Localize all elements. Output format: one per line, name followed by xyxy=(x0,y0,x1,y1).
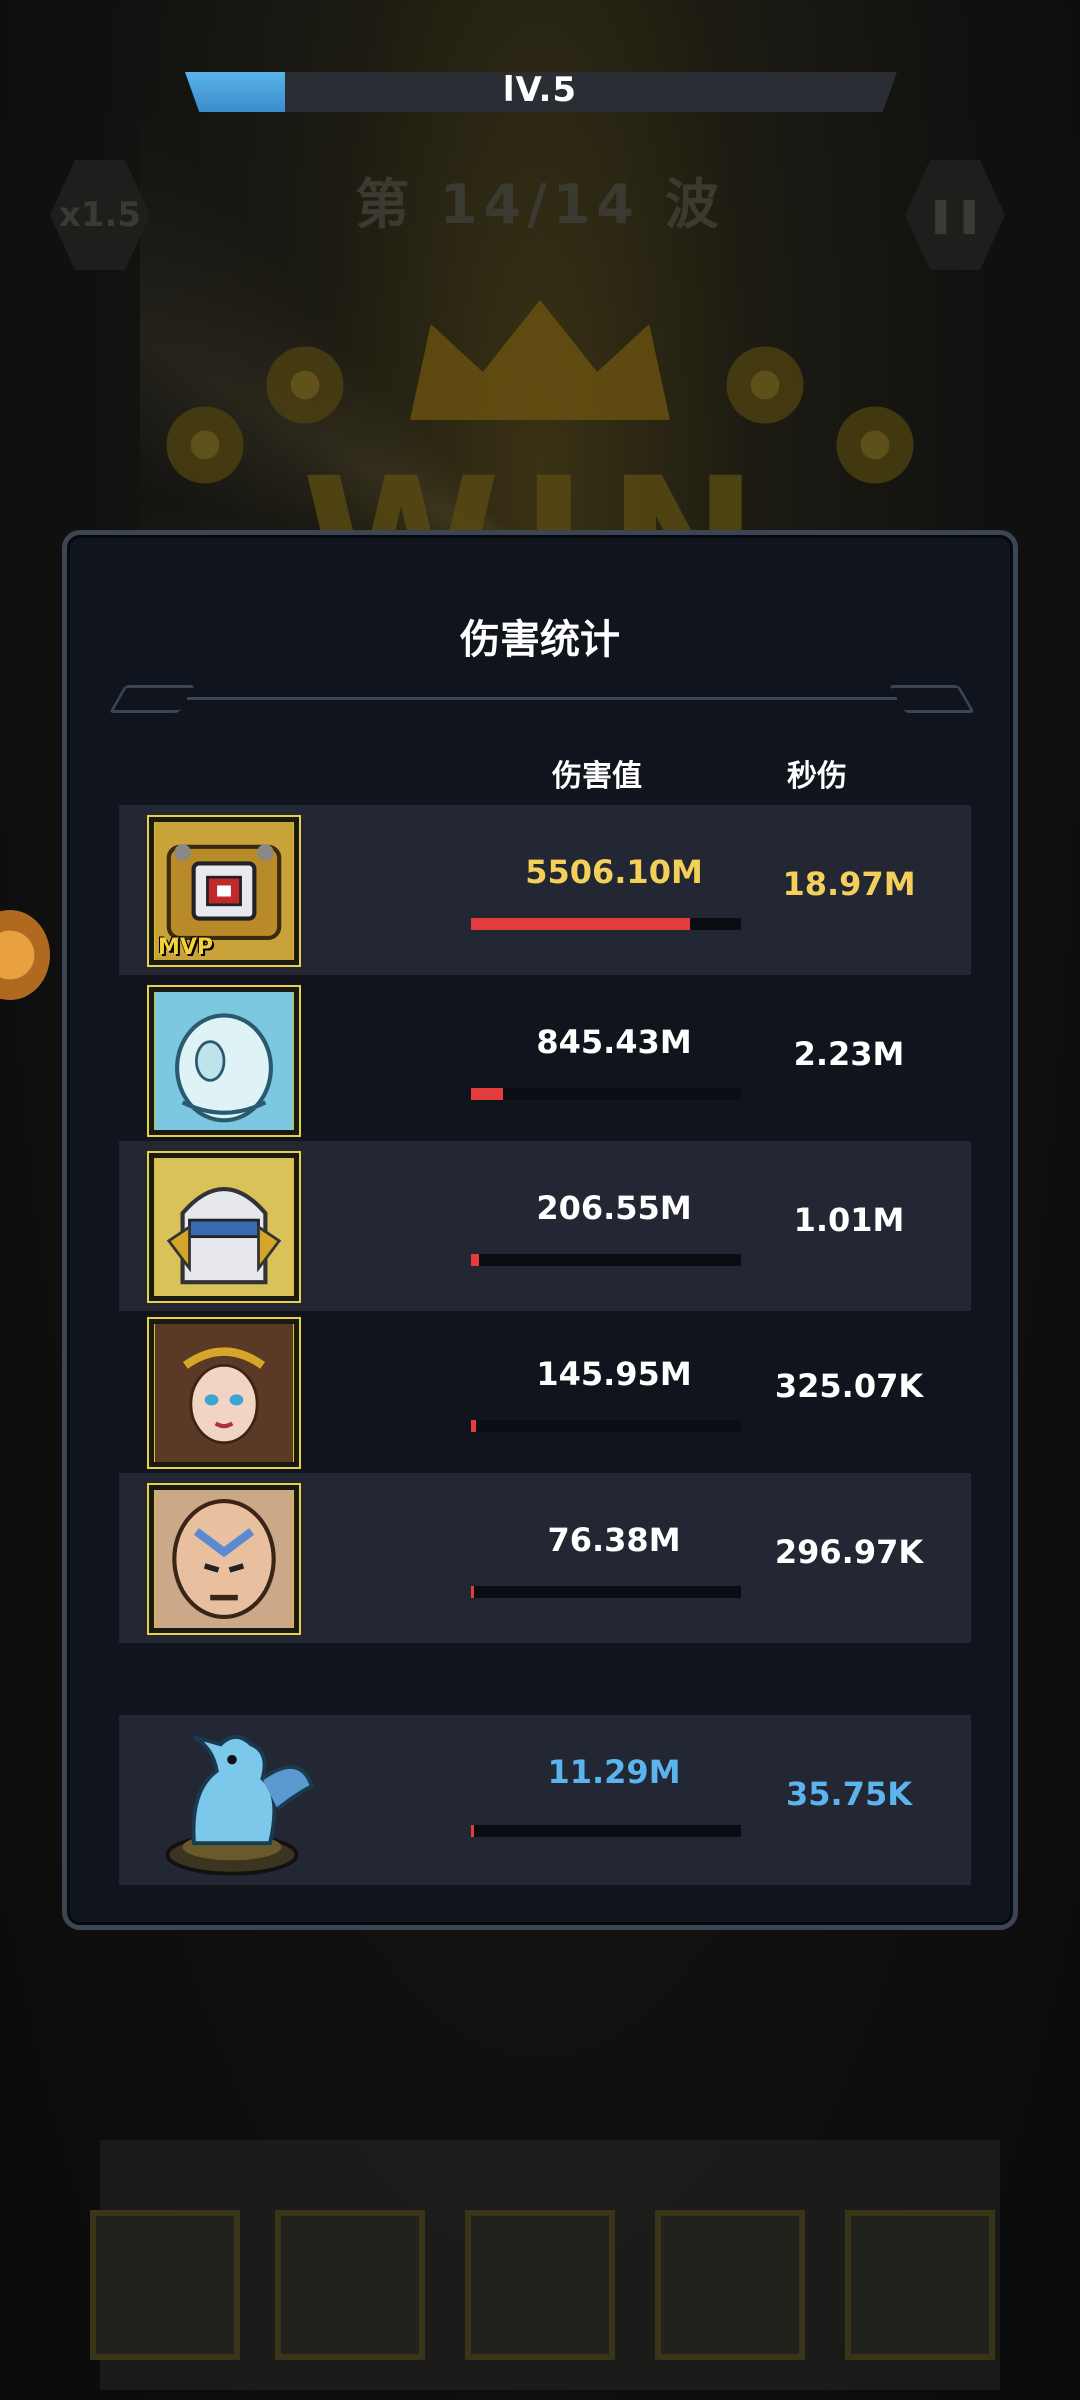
goddess-hero-portrait xyxy=(149,1319,299,1467)
damage-bar xyxy=(471,1825,741,1837)
damage-value: 76.38M xyxy=(547,1521,681,1559)
damage-bar-fill xyxy=(471,1825,474,1837)
damage-bar xyxy=(471,1254,741,1266)
damage-bar-fill xyxy=(471,1586,474,1598)
mvp-badge: MVP xyxy=(158,935,214,960)
ice-hero-portrait xyxy=(149,987,299,1135)
dps-value: 2.23M xyxy=(793,1035,905,1073)
hero-slot[interactable] xyxy=(90,2210,240,2360)
damage-bar-fill xyxy=(471,1420,477,1432)
level-label: lV.5 xyxy=(502,70,578,110)
hero-row: 845.43M 2.23M xyxy=(119,975,971,1145)
monk-hero-portrait xyxy=(149,1485,299,1633)
hero-row: 206.55M 1.01M xyxy=(119,1141,971,1311)
ornament-divider xyxy=(108,685,976,713)
damage-value: 206.55M xyxy=(536,1189,692,1227)
side-coin-icon[interactable] xyxy=(0,910,50,1000)
damage-value: 5506.10M xyxy=(525,853,703,891)
damage-bar-fill xyxy=(471,1254,480,1266)
dps-value: 18.97M xyxy=(782,865,916,903)
panel-title: 伤害统计 xyxy=(460,617,620,663)
damage-value: 845.43M xyxy=(536,1023,692,1061)
knight-hero-portrait xyxy=(149,1153,299,1301)
hero-row: 76.38M 296.97K xyxy=(119,1473,971,1643)
pet-row: 11.29M 35.75K xyxy=(119,1715,971,1885)
dps-column-header: 秒伤 xyxy=(787,759,847,794)
dps-value: 296.97K xyxy=(774,1533,924,1571)
damage-bar xyxy=(471,918,741,930)
hero-slot[interactable] xyxy=(275,2210,425,2360)
ice-dragon-pet-icon xyxy=(137,1695,327,1885)
dps-value: 1.01M xyxy=(793,1201,905,1239)
speed-label: x1.5 xyxy=(58,195,142,235)
hero-slot[interactable] xyxy=(465,2210,615,2360)
hero-slot[interactable] xyxy=(845,2210,995,2360)
hero-row: 145.95M 325.07K xyxy=(119,1307,971,1477)
damage-value: 11.29M xyxy=(547,1753,681,1791)
damage-bar xyxy=(471,1586,741,1598)
damage-bar xyxy=(471,1420,741,1432)
hero-row: MVP 5506.10M 18.97M xyxy=(119,805,971,975)
flower-icon xyxy=(720,340,810,430)
damage-stats-panel: 伤害统计 伤害值 秒伤 MVP 5506.10M 18.97M 845.43M … xyxy=(62,530,1018,1930)
dps-value: 325.07K xyxy=(774,1367,924,1405)
damage-column-header: 伤害值 xyxy=(552,759,642,794)
hero-slot[interactable] xyxy=(655,2210,805,2360)
dps-value: 35.75K xyxy=(785,1775,912,1813)
damage-bar-fill xyxy=(471,1088,504,1100)
robot-hero-portrait: MVP xyxy=(149,817,299,965)
flower-icon xyxy=(260,340,350,430)
damage-bar xyxy=(471,1088,741,1100)
damage-bar-fill xyxy=(471,918,690,930)
pause-icon: ❚❚ xyxy=(926,195,984,235)
damage-value: 145.95M xyxy=(536,1355,692,1393)
